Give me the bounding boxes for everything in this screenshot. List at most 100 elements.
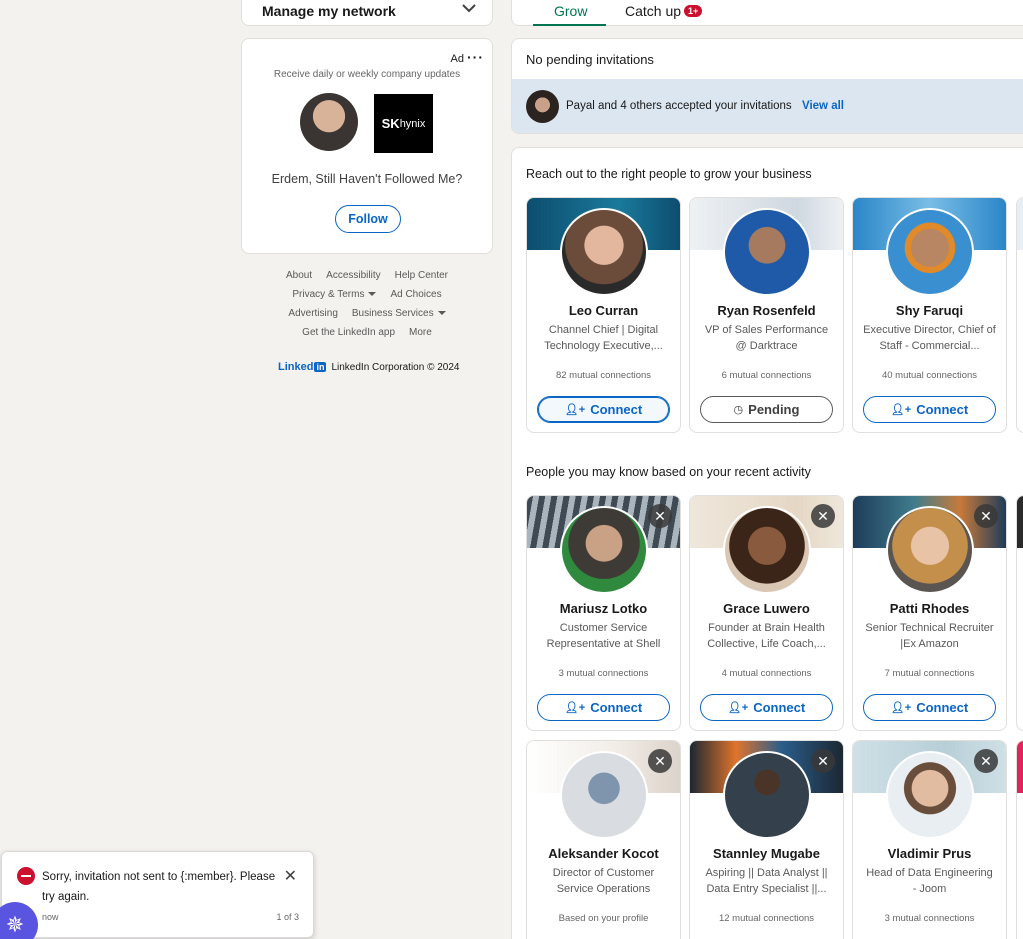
mutual-connections: 3 mutual connections [558,668,649,679]
company-logo[interactable]: SK hynix [374,94,433,153]
person-name[interactable]: Vladimir Prus [857,846,1002,861]
person-name[interactable]: Shy Faruqi [857,303,1002,318]
connect-label: Connect [753,700,806,715]
logo-text-bold: SK [381,116,400,131]
person-card-peek[interactable] [1016,197,1023,433]
footer-about[interactable]: About [286,270,312,281]
add-person-icon: 👤︎+ [890,702,912,714]
notification-badge: 1+ [684,5,703,17]
person-name[interactable]: Mariusz Lotko [531,601,676,616]
person-card[interactable]: Ryan Rosenfeld VP of Sales Performance @… [689,197,844,433]
mutual-connections: 7 mutual connections [884,668,975,679]
follow-button[interactable]: Follow [335,205,401,233]
person-name[interactable]: Aleksander Kocot [531,846,676,861]
section-title-grow-business: Reach out to the right people to grow yo… [526,167,812,181]
toast-message: Sorry, invitation not sent to {:member}.… [42,871,276,903]
error-toast: Sorry, invitation not sent to {:member}.… [1,851,314,938]
active-tab-indicator [533,24,606,26]
profile-photo[interactable] [560,208,648,296]
more-options-icon[interactable]: ··· [467,49,484,65]
person-card-peek[interactable] [1016,495,1023,731]
person-headline: Executive Director, Chief of Staff - Com… [863,324,996,352]
footer-business-services[interactable]: Business Services [352,308,446,319]
toast-time: now [42,912,59,922]
add-person-icon: 👤︎+ [564,702,586,714]
person-name[interactable]: Stannley Mugabe [694,846,839,861]
ad-headline: Erdem, Still Haven't Followed Me? [271,172,463,186]
profile-photo[interactable] [723,506,811,594]
person-card[interactable]: ✕ Aleksander Kocot Director of Customer … [526,740,681,939]
profile-photo[interactable] [886,751,974,839]
tab-grow[interactable]: Grow [554,3,587,19]
dismiss-icon[interactable]: ✕ [648,749,672,773]
person-card[interactable]: Leo Curran Channel Chief | Digital Techn… [526,197,681,433]
connect-button[interactable]: 👤︎+ Connect [863,396,996,423]
footer-privacy-label: Privacy & Terms [292,289,365,300]
chevron-down-icon[interactable] [462,3,476,13]
connect-button[interactable]: 👤︎+ Connect [863,694,996,721]
person-headline: Channel Chief | Digital Technology Execu… [544,324,663,352]
footer-privacy-terms[interactable]: Privacy & Terms [292,289,377,300]
accepted-invitations-bar: Payal and 4 others accepted your invitat… [512,79,1023,133]
person-card[interactable]: ✕ Vladimir Prus Head of Data Engineering… [852,740,1007,939]
connect-button[interactable]: 👤︎+ Connect [700,694,833,721]
mutual-connections: 4 mutual connections [721,668,812,679]
person-name[interactable]: Grace Luwero [694,601,839,616]
profile-photo[interactable] [886,506,974,594]
accepted-text: Payal and 4 others accepted your invitat… [566,100,792,112]
close-icon[interactable]: ✕ [284,866,297,886]
profile-photo[interactable] [723,751,811,839]
dismiss-icon[interactable]: ✕ [974,504,998,528]
add-person-icon: 👤︎+ [727,702,749,714]
ad-card: Ad ··· Receive daily or weekly company u… [241,38,493,254]
person-card[interactable]: ✕ Stannley Mugabe Aspiring || Data Analy… [689,740,844,939]
manage-network-title[interactable]: Manage my network [262,3,396,19]
person-card[interactable]: ✕ Grace Luwero Founder at Brain Health C… [689,495,844,731]
connect-button[interactable]: 👤︎+ Connect [537,396,670,423]
person-headline: Senior Technical Recruiter |Ex Amazon [865,622,994,650]
footer-get-app[interactable]: Get the LinkedIn app [302,327,395,338]
profile-photo[interactable] [560,506,648,594]
connect-label: Connect [590,700,643,715]
person-name[interactable]: Patti Rhodes [857,601,1002,616]
connect-label: Connect [590,402,643,417]
person-name[interactable]: Leo Curran [531,303,676,318]
dismiss-icon[interactable]: ✕ [811,504,835,528]
dismiss-icon[interactable]: ✕ [974,749,998,773]
cover-image [1017,741,1023,793]
person-card-peek[interactable] [1016,740,1023,939]
footer-ad-choices[interactable]: Ad Choices [390,289,441,300]
tabs-bar: Grow Catch up 1+ [511,0,1023,26]
ad-label: Ad [450,53,464,65]
person-headline: VP of Sales Performance @ Darktrace [704,324,829,352]
footer-brand: Linked in LinkedIn Corporation © 2024 [278,361,459,373]
person-card[interactable]: ✕ Mariusz Lotko Customer Service Represe… [526,495,681,731]
profile-photo[interactable] [886,208,974,296]
logo-text-light: hynix [399,117,426,130]
person-headline: Founder at Brain Health Collective, Life… [707,622,826,650]
tab-catch-up[interactable]: Catch up 1+ [625,3,703,19]
person-card[interactable]: Shy Faruqi Executive Director, Chief of … [852,197,1007,433]
footer-accessibility[interactable]: Accessibility [326,270,380,281]
linkedin-logo-word: Linked [278,361,314,373]
person-card[interactable]: ✕ Patti Rhodes Senior Technical Recruite… [852,495,1007,731]
person-headline: Head of Data Engineering - Joom [866,867,993,895]
footer-help-center[interactable]: Help Center [395,270,448,281]
footer-more[interactable]: More [409,327,432,338]
linkedin-logo-box: in [314,362,327,372]
cover-image [1017,198,1023,250]
footer-copyright: LinkedIn Corporation © 2024 [331,361,460,373]
profile-photo-placeholder[interactable] [560,751,648,839]
person-name[interactable]: Ryan Rosenfeld [694,303,839,318]
profile-photo[interactable] [723,208,811,296]
dismiss-icon[interactable]: ✕ [648,504,672,528]
view-all-link[interactable]: View all [802,100,844,112]
suggestions-card: Reach out to the right people to grow yo… [511,147,1023,939]
tab-catch-up-label: Catch up [625,3,682,19]
pending-button[interactable]: ◷ Pending [700,396,833,423]
footer-advertising[interactable]: Advertising [288,308,337,319]
manage-network-card[interactable]: Manage my network [241,0,493,26]
mutual-connections: Based on your profile [558,913,649,924]
connect-button[interactable]: 👤︎+ Connect [537,694,670,721]
dismiss-icon[interactable]: ✕ [811,749,835,773]
